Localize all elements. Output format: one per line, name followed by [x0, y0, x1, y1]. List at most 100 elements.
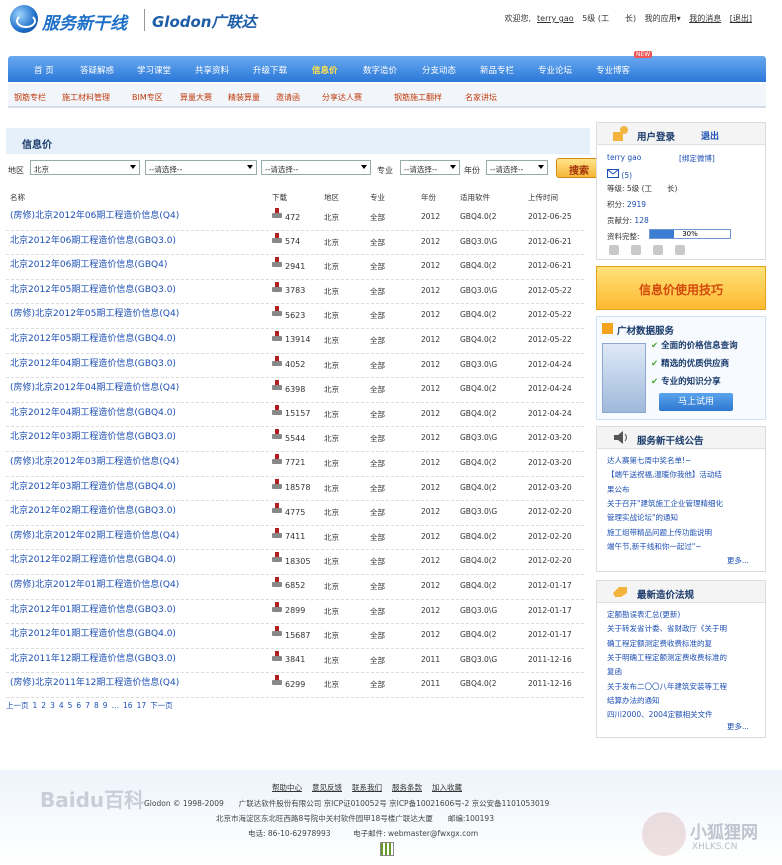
download-link[interactable]: 6852 — [272, 576, 305, 590]
download-link[interactable]: 15687 — [272, 626, 310, 640]
download-link[interactable]: 18305 — [272, 552, 310, 566]
page-link[interactable]: 16 — [123, 701, 133, 710]
law-item[interactable]: 复函 — [607, 666, 622, 677]
footer-link[interactable]: 意见反馈 — [312, 783, 342, 792]
site-logo[interactable]: 服务新干线 Glodon广联达 — [10, 5, 260, 37]
law-more-link[interactable]: 更多... — [727, 721, 749, 732]
row-name-link[interactable]: 北京2012年02期工程造价信息(GBQ4.0) — [10, 552, 176, 565]
row-name-link[interactable]: 北京2012年01期工程造价信息(GBQ3.0) — [10, 602, 176, 615]
row-name-link[interactable]: (房修)北京2012年04期工程造价信息(Q4) — [10, 380, 179, 393]
sidebar-username[interactable]: terry gao — [607, 153, 641, 162]
notice-item[interactable]: 施工组带精品问题上传功能说明 — [607, 527, 712, 538]
row-name-link[interactable]: 北京2012年01期工程造价信息(GBQ4.0) — [10, 626, 176, 639]
nav-branch[interactable]: 分支动态 — [422, 64, 456, 76]
subnav-item[interactable]: 钢筋施工翻样 — [394, 92, 442, 103]
nav-qa[interactable]: 答疑解惑 — [80, 64, 114, 76]
subnav-item[interactable]: 名家讲坛 — [465, 92, 497, 103]
law-item[interactable]: 关于明确工程定额测定费收费标准的 — [607, 652, 727, 663]
notice-item[interactable]: 管理实战论坛"的通知 — [607, 512, 678, 523]
page-link[interactable]: 1 — [33, 701, 38, 710]
row-name-link[interactable]: 北京2012年05期工程造价信息(GBQ3.0) — [10, 282, 176, 295]
page-link[interactable]: 6 — [76, 701, 81, 710]
page-link[interactable]: 17 — [137, 701, 147, 710]
row-name-link[interactable]: (房修)北京2012年01期工程造价信息(Q4) — [10, 577, 179, 590]
download-link[interactable]: 3841 — [272, 650, 305, 664]
download-link[interactable]: 7411 — [272, 527, 305, 541]
row-name-link[interactable]: 北京2012年03期工程造价信息(GBQ4.0) — [10, 479, 176, 492]
nav-new-products[interactable]: 新品专栏 — [480, 64, 514, 76]
footer-link[interactable]: 服务条款 — [392, 783, 422, 792]
download-link[interactable]: 3783 — [272, 281, 305, 295]
trophy-icon[interactable] — [653, 245, 663, 255]
page-link[interactable]: 3 — [50, 701, 55, 710]
row-name-link[interactable]: 北京2012年03期工程造价信息(GBQ3.0) — [10, 429, 176, 442]
nav-download[interactable]: 升级下载 — [253, 64, 287, 76]
nav-shared[interactable]: 共享资料 — [195, 64, 229, 76]
subnav-item[interactable]: 钢筋专栏 — [14, 92, 46, 103]
download-link[interactable]: 5544 — [272, 429, 305, 443]
row-name-link[interactable]: (房修)北京2012年03期工程造价信息(Q4) — [10, 454, 179, 467]
row-name-link[interactable]: 北京2012年04期工程造价信息(GBQ4.0) — [10, 405, 176, 418]
subnav-item[interactable]: 分享达人赛 — [322, 92, 362, 103]
page-link[interactable]: 8 — [94, 701, 99, 710]
notice-item[interactable]: 达人赛第七周中奖名单!~ — [607, 455, 691, 466]
page-link[interactable]: 上一页 — [6, 701, 29, 710]
header-username-link[interactable]: terry gao — [537, 14, 574, 23]
download-link[interactable]: 18578 — [272, 478, 310, 492]
download-link[interactable]: 2941 — [272, 257, 305, 271]
my-apps-menu[interactable]: 我的应用▾ — [645, 14, 681, 23]
download-link[interactable]: 6299 — [272, 675, 305, 689]
type-select[interactable]: --请选择-- — [261, 160, 371, 175]
subnav-item[interactable]: BIM专区 — [132, 92, 163, 103]
nav-forum[interactable]: 专业论坛 — [538, 64, 572, 76]
row-name-link[interactable]: 北京2012年04期工程造价信息(GBQ3.0) — [10, 356, 176, 369]
bind-weibo-link[interactable]: [绑定微博] — [679, 153, 715, 164]
footer-link[interactable]: 联系我们 — [352, 783, 382, 792]
row-name-link[interactable]: 北京2012年06期工程造价信息(GBQ4) — [10, 257, 167, 270]
year-select[interactable]: --请选择-- — [486, 160, 548, 175]
download-link[interactable]: 5623 — [272, 306, 305, 320]
vip-icon[interactable] — [609, 245, 619, 255]
row-name-link[interactable]: (房修)北京2012年02期工程造价信息(Q4) — [10, 528, 179, 541]
mail-link[interactable]: (5) — [607, 169, 632, 180]
download-link[interactable]: 2899 — [272, 601, 305, 615]
nav-digital-cost[interactable]: 数字造价 — [363, 64, 397, 76]
nav-learning[interactable]: 学习课堂 — [137, 64, 171, 76]
page-link[interactable]: 下一页 — [150, 701, 173, 710]
row-name-link[interactable]: (房修)北京2012年06期工程造价信息(Q4) — [10, 208, 179, 221]
law-item[interactable]: 结算办法的通知 — [607, 695, 660, 706]
row-name-link[interactable]: (房修)北京2012年05期工程造价信息(Q4) — [10, 306, 179, 319]
notice-item[interactable]: 端午节,新干线和你一起过"~ — [607, 541, 702, 552]
download-link[interactable]: 4052 — [272, 355, 305, 369]
specialty-select[interactable]: --请选择-- — [400, 160, 460, 175]
law-item[interactable]: 确工程定额测定费收费标准的复 — [607, 638, 712, 649]
page-link[interactable]: 4 — [59, 701, 64, 710]
page-link[interactable]: 7 — [85, 701, 90, 710]
messages-link[interactable]: 我的消息 — [689, 14, 721, 23]
row-name-link[interactable]: 北京2012年05期工程造价信息(GBQ4.0) — [10, 331, 176, 344]
sidebar-logout-link[interactable]: 退出 — [701, 129, 719, 142]
download-link[interactable]: 6398 — [272, 380, 305, 394]
nav-blog[interactable]: 专业博客 — [596, 64, 630, 76]
price-tips-banner[interactable]: 信息价使用技巧 — [596, 266, 766, 310]
row-name-link[interactable]: 北京2012年06期工程造价信息(GBQ3.0) — [10, 233, 176, 246]
law-item[interactable]: 关于发布二〇〇八年建筑安装等工程 — [607, 681, 727, 692]
page-link[interactable]: 2 — [41, 701, 46, 710]
page-link[interactable]: 9 — [103, 701, 108, 710]
help-icon[interactable] — [675, 245, 685, 255]
nav-home[interactable]: 首 页 — [34, 64, 54, 76]
download-link[interactable]: 4775 — [272, 503, 305, 517]
logout-link[interactable]: [退出] — [730, 14, 752, 23]
notice-item[interactable]: 【端午送祝福,温暖你我他】活动结 — [607, 469, 722, 480]
law-item[interactable]: 关于转发省计委、省财政厅《关于明 — [607, 623, 727, 634]
region-select[interactable]: --请选择-- — [145, 160, 257, 175]
footer-link[interactable]: 帮助中心 — [272, 783, 302, 792]
subnav-item[interactable]: 邀请函 — [276, 92, 300, 103]
download-link[interactable]: 15157 — [272, 404, 310, 418]
download-link[interactable]: 574 — [272, 232, 300, 246]
subnav-item[interactable]: 算量大赛 — [180, 92, 212, 103]
subnav-item[interactable]: 精装算量 — [228, 92, 260, 103]
stats-icon[interactable] — [380, 842, 394, 856]
try-now-button[interactable]: 马上试用 — [659, 393, 733, 411]
phone-icon[interactable] — [631, 245, 641, 255]
